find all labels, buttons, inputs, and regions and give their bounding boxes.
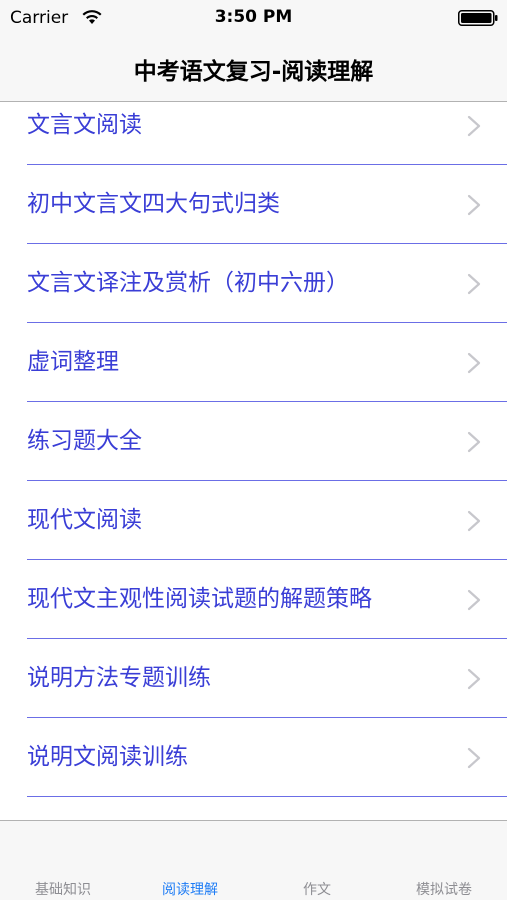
chevron-right-icon <box>467 431 481 453</box>
tab-label: 作文 <box>303 882 331 898</box>
navigation-bar: 中考语文复习-阅读理解 <box>0 34 507 102</box>
article-list[interactable]: 文言文阅读 初中文言文四大句式归类 文言文译注及赏析（初中六册） 虚词整理 练习… <box>0 102 507 820</box>
list-item[interactable]: 虚词整理 <box>0 323 507 402</box>
chevron-right-icon <box>467 668 481 690</box>
list-item[interactable]: 文言文阅读 <box>0 102 507 165</box>
tab-composition[interactable]: 作文 <box>254 821 380 900</box>
list-item-label: 说明方法专题训练 <box>27 665 211 691</box>
tab-label: 基础知识 <box>35 882 91 898</box>
chevron-right-icon <box>467 194 481 216</box>
list-item[interactable]: 说明方法专题训练 <box>0 639 507 718</box>
status-bar: Carrier 3:50 PM <box>0 0 507 34</box>
list-item-label: 初中文言文四大句式归类 <box>27 191 280 217</box>
chevron-right-icon <box>467 747 481 769</box>
list-item-label: 文言文阅读 <box>27 112 142 138</box>
tab-label: 模拟试卷 <box>416 882 472 898</box>
chevron-right-icon <box>467 352 481 374</box>
status-time: 3:50 PM <box>214 7 293 27</box>
tab-mock-exam[interactable]: 模拟试卷 <box>381 821 507 900</box>
page-title: 中考语文复习-阅读理解 <box>133 59 374 85</box>
tab-label: 阅读理解 <box>162 882 218 898</box>
tab-reading-comprehension[interactable]: 阅读理解 <box>127 821 253 900</box>
battery-icon <box>458 10 498 26</box>
chevron-right-icon <box>467 115 481 137</box>
list-item[interactable]: 初中文言文四大句式归类 <box>0 165 507 244</box>
tab-bar: 基础知识 阅读理解 作文 模拟试卷 <box>0 820 507 900</box>
list-item-label: 文言文译注及赏析（初中六册） <box>27 270 349 296</box>
list-item-label: 虚词整理 <box>27 349 119 375</box>
list-item-label: 现代文阅读 <box>27 507 142 533</box>
chevron-right-icon <box>467 273 481 295</box>
chevron-right-icon <box>467 589 481 611</box>
chevron-right-icon <box>467 510 481 532</box>
list-item[interactable]: 现代文主观性阅读试题的解题策略 <box>0 560 507 639</box>
list-item[interactable]: 现代文阅读 <box>0 481 507 560</box>
tab-basic-knowledge[interactable]: 基础知识 <box>0 821 126 900</box>
list-item-label: 练习题大全 <box>27 428 142 454</box>
list-item-label: 现代文主观性阅读试题的解题策略 <box>27 586 372 612</box>
row-separator <box>27 795 507 797</box>
list-item[interactable]: 练习题大全 <box>0 402 507 481</box>
list-item[interactable]: 说明文阅读训练 <box>0 718 507 797</box>
list-item-label: 说明文阅读训练 <box>27 744 188 770</box>
list-item[interactable]: 文言文译注及赏析（初中六册） <box>0 244 507 323</box>
